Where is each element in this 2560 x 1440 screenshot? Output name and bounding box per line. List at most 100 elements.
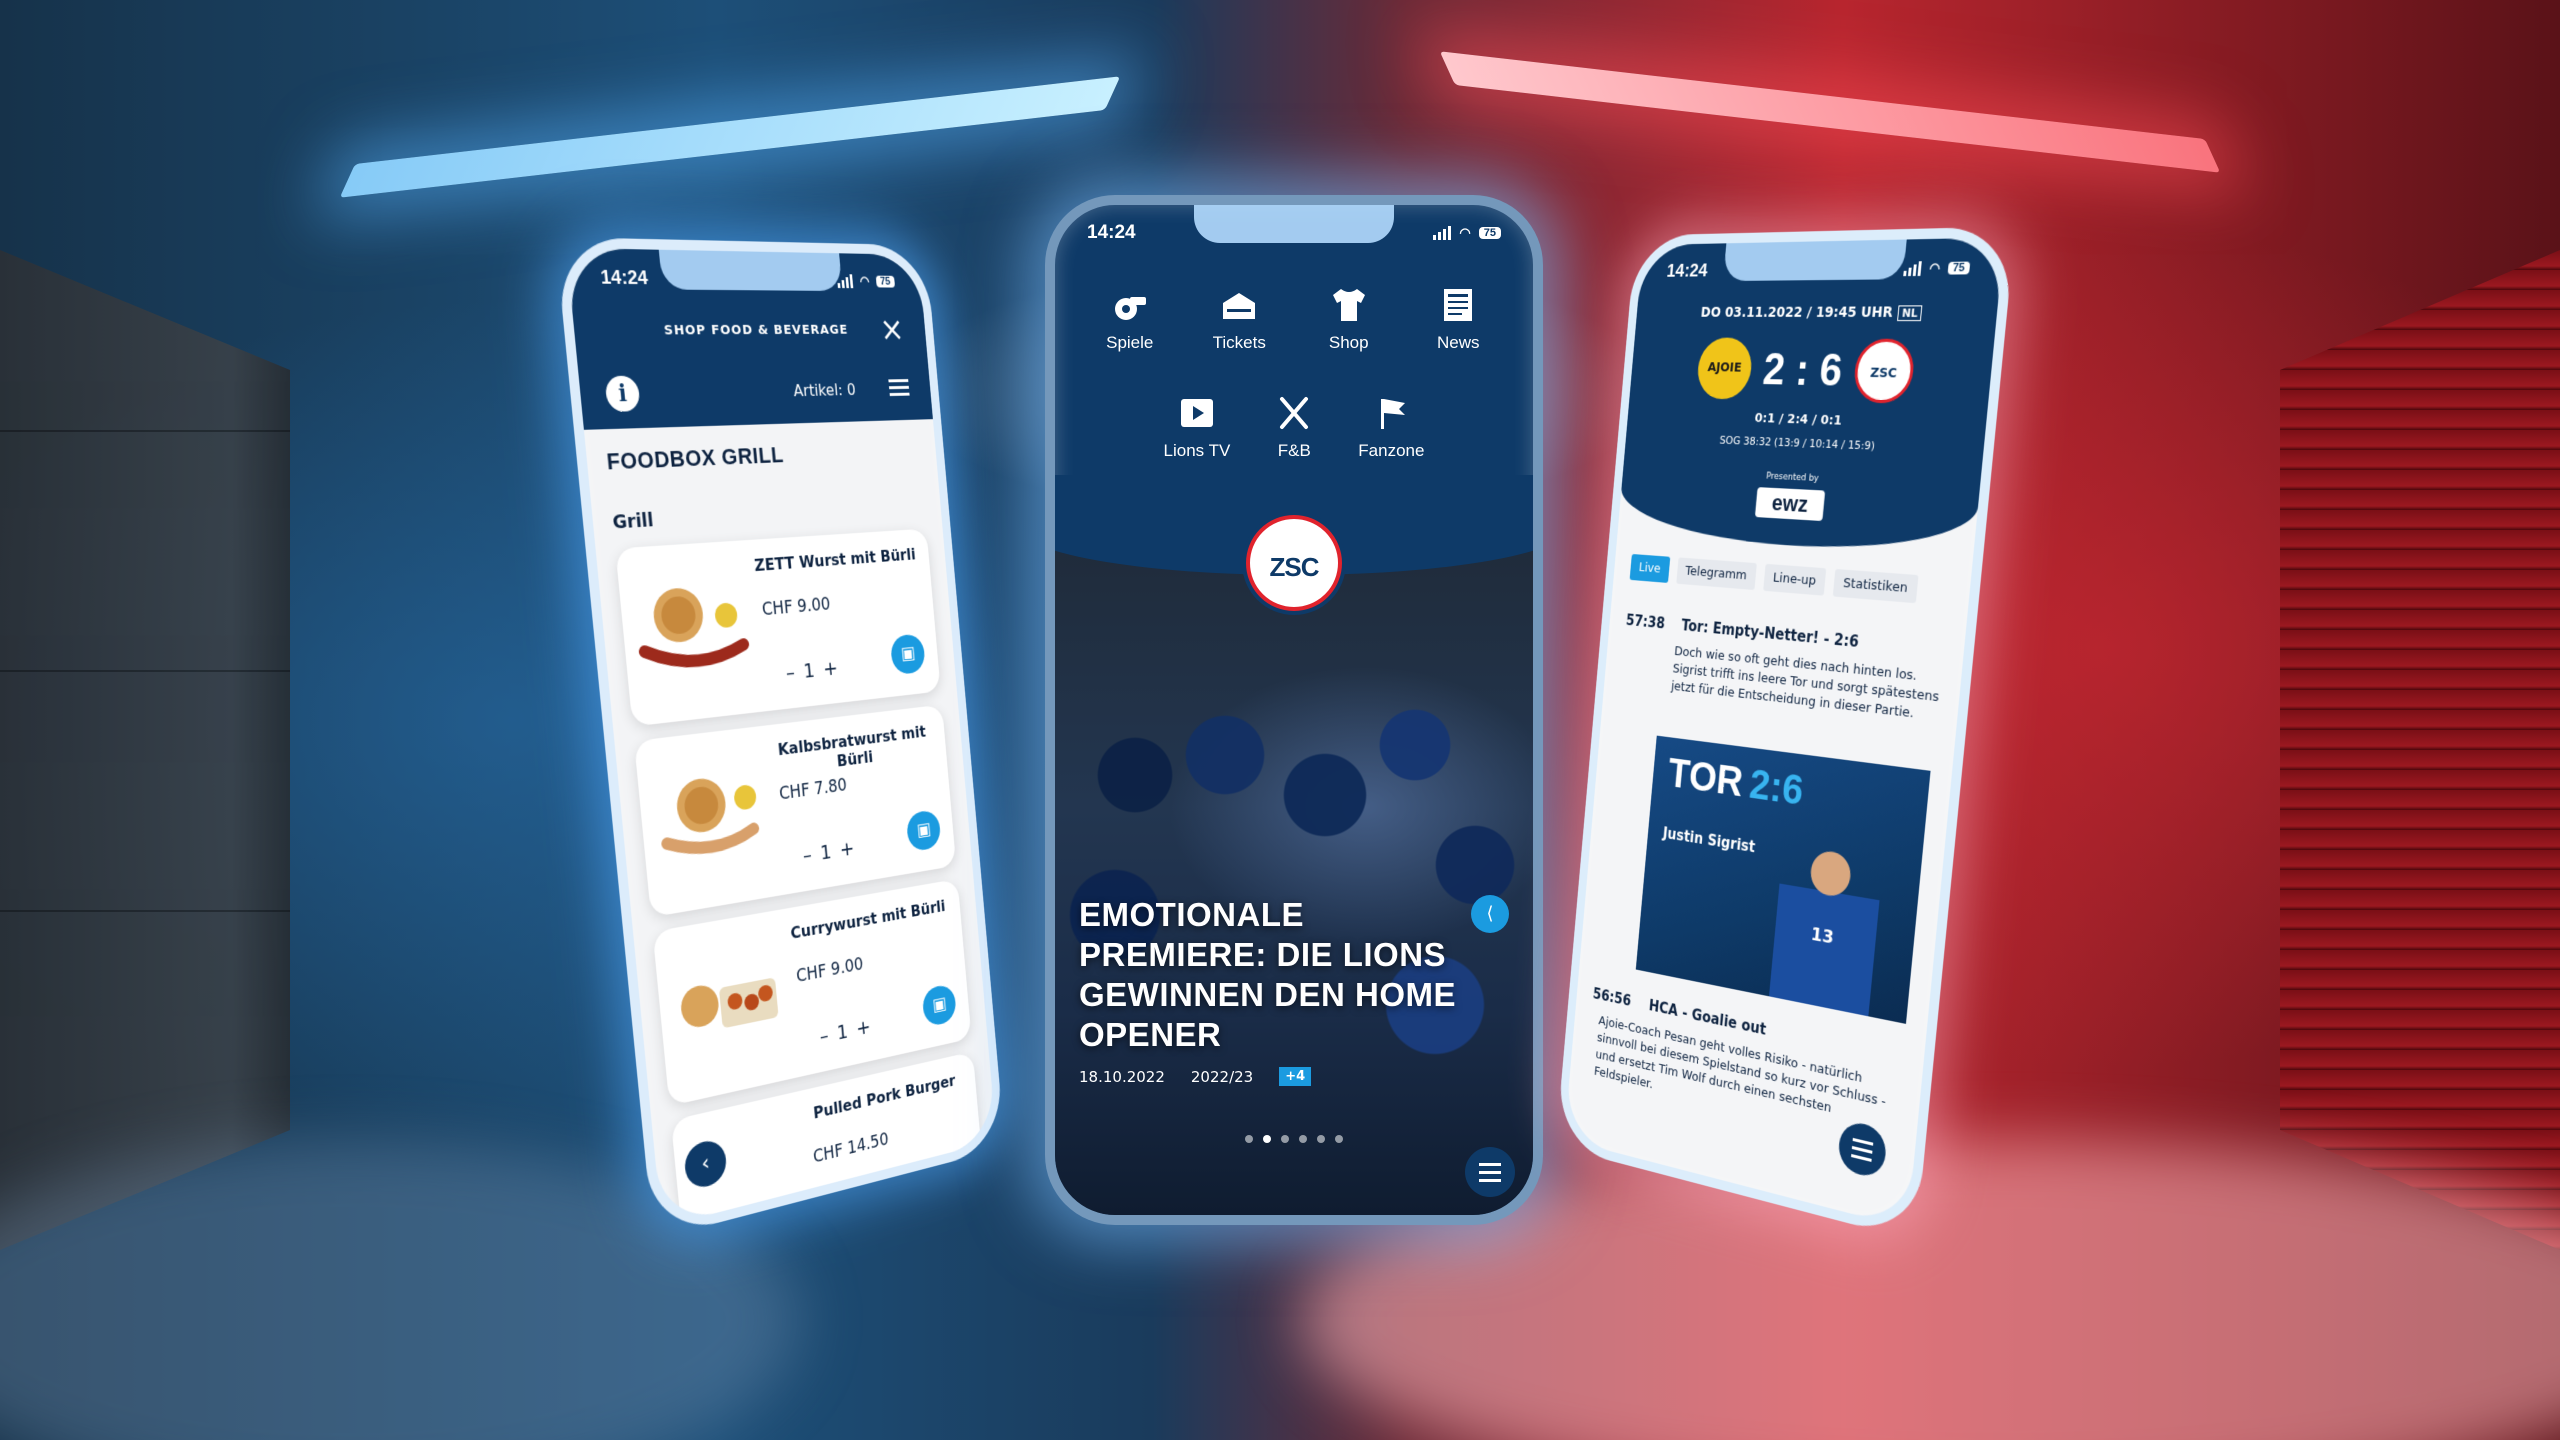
event-time: 56:56: [1592, 984, 1632, 1010]
plus-icon[interactable]: +: [855, 1012, 880, 1040]
carousel-dot[interactable]: [1317, 1135, 1325, 1143]
menu-label: Tickets: [1212, 333, 1266, 352]
quantity-stepper[interactable]: –1+: [802, 834, 864, 867]
menu-icon[interactable]: [1465, 1147, 1515, 1197]
menu-label: Shop: [1328, 333, 1369, 352]
tab-line-up[interactable]: Line-up: [1762, 563, 1827, 596]
add-to-cart-icon[interactable]: ▣: [889, 633, 926, 676]
presented-by: Presented by: [1765, 471, 1820, 485]
menu-label: Fanzone: [1358, 441, 1425, 460]
status-time: 14:24: [1665, 260, 1709, 282]
game-score: 2 : 6: [1761, 344, 1845, 396]
add-to-cart-icon[interactable]: ▣: [905, 808, 942, 853]
minus-icon[interactable]: –: [785, 659, 805, 685]
game-header: 14:24 ◠ 75 DO 03.11.2022 / 19:45 UHR NL A…: [1617, 237, 2005, 558]
plus-icon[interactable]: +: [839, 834, 864, 861]
menu-label: Lions TV: [1163, 441, 1231, 460]
signal-icon: [1433, 226, 1452, 240]
phone-notch: [1194, 205, 1394, 243]
carousel-dot[interactable]: [1281, 1135, 1289, 1143]
product-price: CHF 14.50: [812, 1129, 890, 1168]
status-time: 14:24: [1087, 222, 1136, 243]
system-icons: ◠ 75: [1903, 259, 1971, 277]
product-name: Pulled Pork Burger: [812, 1070, 957, 1123]
minus-icon[interactable]: –: [802, 841, 822, 867]
goal-card[interactable]: TOR2:6 Justin Sigrist 13: [1635, 735, 1931, 1024]
quantity-stepper[interactable]: –1+: [819, 1012, 880, 1048]
shop-header-title: SHOP FOOD & BEVERAGE: [663, 322, 849, 339]
signal-icon: [1903, 261, 1923, 277]
carousel-dot[interactable]: [1299, 1135, 1307, 1143]
cart-count: Artikel: 0: [792, 380, 857, 401]
bratwurst-image: [650, 775, 770, 873]
right-wall: [2280, 250, 2560, 1250]
signal-icon: [837, 274, 854, 289]
zsc-lions-logo: ZSC: [1246, 515, 1342, 611]
product-price: CHF 7.80: [778, 775, 848, 805]
share-icon[interactable]: ⟨: [1471, 895, 1509, 933]
news-headline[interactable]: EMOTIONALE PREMIERE: DIE LIONS GEWINNEN …: [1079, 895, 1463, 1055]
system-icons: ◠ 75: [837, 273, 896, 289]
plus-icon[interactable]: +: [822, 655, 847, 681]
phone-notch: [658, 247, 843, 292]
sausage-image: [632, 586, 754, 684]
list-view-icon[interactable]: [880, 375, 910, 401]
product-name: Kalbsbratwurst mit Bürli: [776, 722, 927, 771]
goal-label: TOR: [1666, 749, 1745, 806]
more-tags-badge[interactable]: +4: [1279, 1067, 1312, 1086]
carousel-dot[interactable]: [1263, 1135, 1271, 1143]
menu-item-tickets[interactable]: Tickets: [1185, 285, 1295, 353]
carousel-dot[interactable]: [1245, 1135, 1253, 1143]
menu-item-news[interactable]: News: [1404, 285, 1514, 353]
status-time: 14:24: [599, 266, 649, 290]
phone-notch: [1722, 237, 1907, 282]
left-wall: [0, 250, 290, 1250]
minus-icon[interactable]: –: [819, 1021, 838, 1048]
news-meta: 18.10.2022 2022/23 +4: [1079, 1067, 1312, 1086]
event-text: Doch wie so oft geht dies nach hinten lo…: [1670, 644, 1940, 722]
wifi-icon: ◠: [859, 273, 870, 289]
menu-row-2: Lions TV F&B Fanzone: [1075, 393, 1513, 461]
news-season: 2022/23: [1190, 1067, 1254, 1086]
hero-image[interactable]: [1055, 475, 1533, 1215]
game-tabs: Live Telegramm Line-up Statistiken: [1629, 553, 1952, 606]
wifi-icon: ◠: [1928, 259, 1941, 276]
carousel-dot[interactable]: [1335, 1135, 1343, 1143]
scorer-name: Justin Sigrist: [1662, 824, 1756, 857]
product-card[interactable]: ZETT Wurst mit Bürli CHF 9.00 –1+ ▣: [615, 528, 941, 727]
menu-label: News: [1436, 333, 1480, 352]
tab-live[interactable]: Live: [1629, 553, 1670, 583]
ceiling-light-right: [1439, 51, 2221, 173]
cutlery-icon: [1274, 393, 1314, 433]
shop-body: FOODBOX GRILL Grill ZETT Wurst mit Bürli…: [584, 419, 1000, 1240]
newspaper-icon: [1438, 285, 1478, 325]
quantity-value: 1: [802, 656, 825, 683]
league-badge: NL: [1897, 305, 1923, 322]
menu-item-fb[interactable]: F&B: [1274, 393, 1314, 461]
battery-icon: 75: [1478, 227, 1501, 239]
menu-item-spiele[interactable]: Spiele: [1075, 285, 1185, 353]
menu-item-fanzone[interactable]: Fanzone: [1358, 393, 1424, 461]
tab-telegramm[interactable]: Telegramm: [1675, 557, 1757, 591]
product-price: CHF 9.00: [761, 594, 832, 621]
close-icon[interactable]: ×: [878, 310, 905, 349]
product-name: Currywurst mit Bürli: [789, 896, 946, 943]
player-photo: 13: [1768, 837, 1885, 1017]
menu-item-lions-tv[interactable]: Lions TV: [1163, 393, 1231, 461]
tab-statistiken[interactable]: Statistiken: [1832, 568, 1919, 604]
carousel-dots[interactable]: [1055, 1135, 1533, 1143]
quantity-stepper[interactable]: –1+: [785, 655, 847, 685]
product-card[interactable]: Kalbsbratwurst mit Bürli CHF 7.80 –1+ ▣: [633, 704, 957, 918]
add-to-cart-icon[interactable]: ▣: [921, 982, 958, 1028]
menu-item-shop[interactable]: Shop: [1294, 285, 1404, 353]
event-time: 57:38: [1625, 611, 1666, 633]
whistle-icon: [1110, 285, 1150, 325]
jersey-icon: [1329, 285, 1369, 325]
sponsor-logo[interactable]: ewz: [1754, 487, 1826, 522]
wifi-icon: ◠: [1459, 225, 1471, 240]
info-icon[interactable]: i: [604, 375, 641, 413]
shots-on-goal: SOG 38:32 (13:9 / 10:14 / 15:9): [1719, 433, 1876, 453]
menu-label: F&B: [1277, 441, 1311, 460]
quantity-value: 1: [819, 837, 841, 865]
stadium-icon: [1219, 285, 1259, 325]
